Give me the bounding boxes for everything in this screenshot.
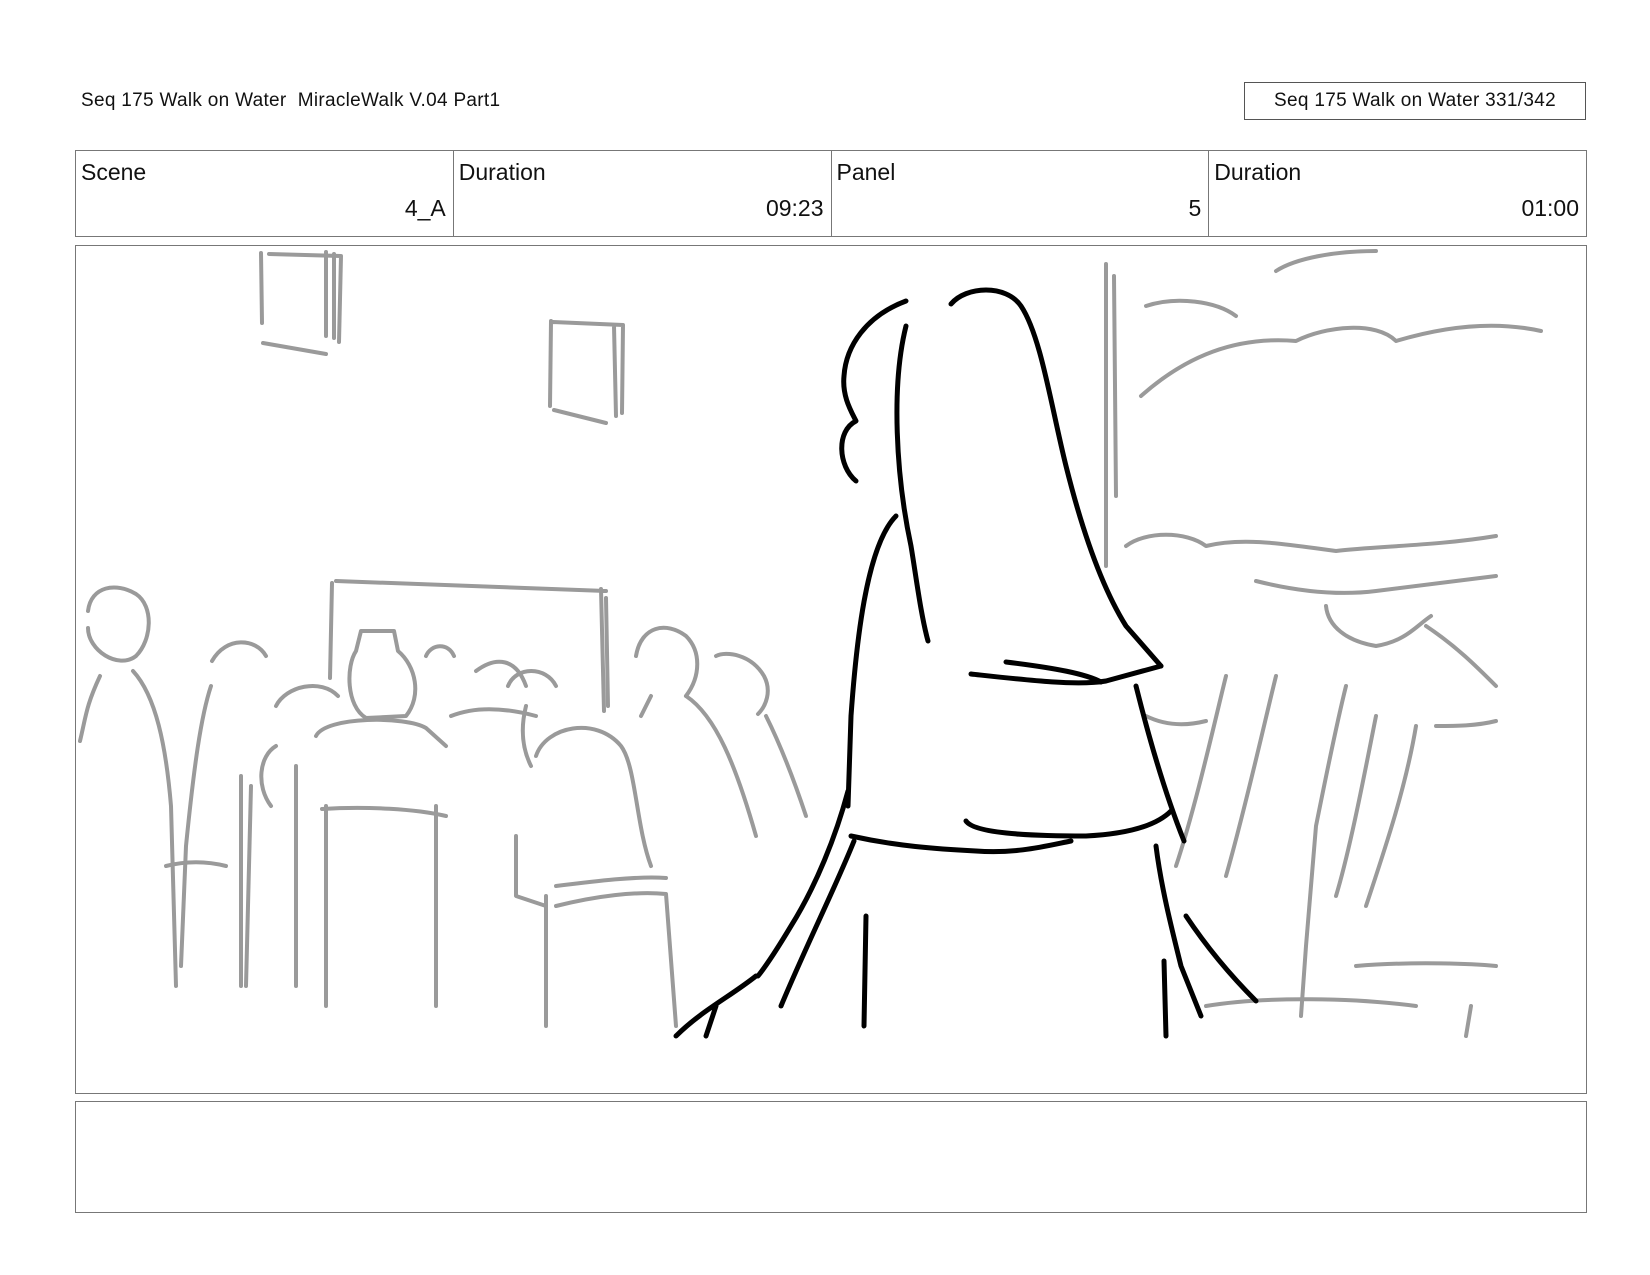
panel-duration-value: 01:00 xyxy=(1521,195,1579,221)
panel-label: Panel xyxy=(836,159,896,185)
duration-value: 09:23 xyxy=(765,195,824,221)
duration-label: Duration xyxy=(458,159,546,185)
storyboard-sketch xyxy=(78,249,1543,1039)
panel-cell: Panel 5 xyxy=(832,151,1210,236)
duration-cell: Duration 09:23 xyxy=(454,151,832,236)
scene-cell: Scene 4_A xyxy=(76,151,454,236)
scene-value: 4_A xyxy=(404,195,446,221)
storyboard-title: Seq 175 Walk on Water MiracleWalk V.04 P… xyxy=(81,90,501,111)
panel-value: 5 xyxy=(1188,195,1202,221)
panel-duration-cell: Duration 01:00 xyxy=(1209,151,1586,236)
storyboard-panel xyxy=(75,245,1587,1094)
panel-duration-label: Duration xyxy=(1214,159,1302,185)
notes-box xyxy=(75,1101,1587,1213)
page-counter: Seq 175 Walk on Water 331/342 xyxy=(1244,82,1586,120)
scene-label: Scene xyxy=(81,159,147,185)
scene-info-table: Scene 4_A Duration 09:23 Panel 5 Duratio… xyxy=(75,150,1587,237)
